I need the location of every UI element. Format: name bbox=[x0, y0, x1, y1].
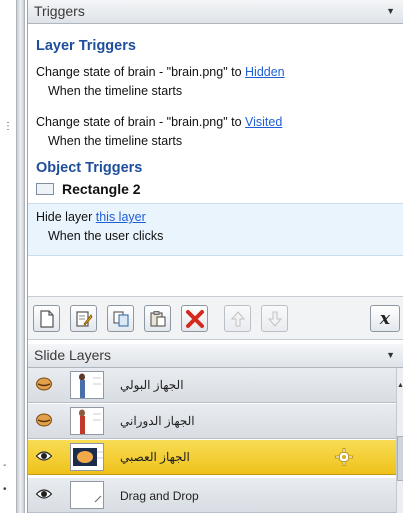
triggers-header[interactable]: Triggers ▼ bbox=[28, 0, 403, 24]
edge-marker: ⋮ bbox=[3, 121, 13, 132]
object-name: Rectangle 2 bbox=[62, 181, 141, 197]
trigger-action-text: Hide layer bbox=[36, 210, 96, 224]
slide-layers-header[interactable]: Slide Layers ▼ bbox=[28, 344, 403, 368]
new-document-icon bbox=[39, 309, 54, 328]
object-triggers-title: Object Triggers bbox=[36, 160, 143, 176]
hidden-eye-icon[interactable] bbox=[36, 377, 52, 391]
layer-row-2[interactable]: الجهاز الدوراني bbox=[28, 404, 403, 439]
slide-layers-header-title: Slide Layers bbox=[34, 347, 112, 363]
layers-scrollbar[interactable]: ▲ bbox=[396, 368, 403, 513]
layer-thumbnail bbox=[70, 481, 104, 509]
rectangle-icon bbox=[36, 183, 54, 195]
layer-row-3[interactable]: الجهاز العصبي bbox=[28, 440, 403, 475]
layer-thumbnail bbox=[70, 371, 104, 399]
paste-icon bbox=[149, 310, 166, 327]
layer-triggers-title: Layer Triggers bbox=[36, 38, 136, 54]
hidden-eye-icon[interactable] bbox=[36, 413, 52, 427]
edge-marker: • bbox=[3, 484, 7, 495]
scroll-up-icon[interactable]: ▲ bbox=[397, 382, 403, 389]
edit-document-icon bbox=[75, 310, 92, 327]
triggers-and-layers-panel: Triggers ▼ Layer Triggers Change state o… bbox=[27, 0, 403, 513]
paste-trigger-button[interactable] bbox=[144, 305, 171, 332]
trigger-state-link[interactable]: Visited bbox=[245, 115, 282, 129]
trigger-state-link[interactable]: Hidden bbox=[245, 65, 285, 79]
variables-icon: x bbox=[379, 308, 391, 329]
move-up-button[interactable] bbox=[224, 305, 251, 332]
panel-splitter[interactable] bbox=[16, 0, 25, 513]
object-trigger-item[interactable]: Hide layer this layer bbox=[36, 210, 146, 224]
trigger-item-1[interactable]: Change state of brain - "brain.png" to H… bbox=[36, 65, 285, 79]
layer-row-4[interactable]: Drag and Drop bbox=[28, 478, 403, 513]
trigger-action-text: Change state of brain - "brain.png" to bbox=[36, 115, 246, 129]
body-figure-image bbox=[79, 409, 101, 434]
layer-name: الجهاز الدوراني bbox=[120, 414, 195, 428]
layer-name: الجهاز العصبي bbox=[120, 450, 190, 464]
scrollbar-thumb[interactable] bbox=[397, 436, 403, 481]
slide-thumbnail-image bbox=[94, 495, 102, 503]
trigger-target-link[interactable]: this layer bbox=[96, 210, 146, 224]
trigger-condition: When the user clicks bbox=[48, 229, 164, 243]
triggers-header-title: Triggers bbox=[34, 3, 85, 19]
gear-icon[interactable] bbox=[335, 448, 353, 466]
layer-thumbnail bbox=[70, 407, 104, 435]
body-figure-image bbox=[79, 373, 101, 398]
variables-button[interactable]: x bbox=[370, 305, 400, 332]
layer-name: Drag and Drop bbox=[120, 489, 199, 503]
delete-trigger-button[interactable] bbox=[181, 305, 208, 332]
copy-icon bbox=[112, 310, 129, 327]
trigger-condition: When the timeline starts bbox=[48, 84, 183, 98]
brain-image bbox=[73, 448, 103, 466]
delete-x-icon bbox=[185, 309, 204, 328]
move-down-button[interactable] bbox=[261, 305, 288, 332]
layer-name: الجهاز البولي bbox=[120, 378, 184, 392]
eye-icon[interactable] bbox=[36, 487, 52, 501]
layer-row-1[interactable]: الجهاز البولي bbox=[28, 368, 403, 403]
object-row[interactable]: Rectangle 2 bbox=[36, 180, 141, 198]
triggers-toolbar: x bbox=[28, 296, 403, 340]
trigger-condition: When the timeline starts bbox=[48, 134, 183, 148]
new-trigger-button[interactable] bbox=[33, 305, 60, 332]
eye-icon[interactable] bbox=[36, 449, 52, 463]
edit-trigger-button[interactable] bbox=[70, 305, 97, 332]
arrow-up-icon bbox=[230, 310, 245, 326]
arrow-down-icon bbox=[267, 311, 282, 327]
edge-marker: - bbox=[3, 460, 7, 471]
chevron-down-icon[interactable]: ▼ bbox=[386, 344, 395, 367]
trigger-action-text: Change state of brain - "brain.png" to bbox=[36, 65, 246, 79]
chevron-down-icon[interactable]: ▼ bbox=[386, 0, 395, 23]
copy-trigger-button[interactable] bbox=[107, 305, 134, 332]
trigger-item-2[interactable]: Change state of brain - "brain.png" to V… bbox=[36, 115, 282, 129]
layer-thumbnail bbox=[70, 443, 104, 471]
